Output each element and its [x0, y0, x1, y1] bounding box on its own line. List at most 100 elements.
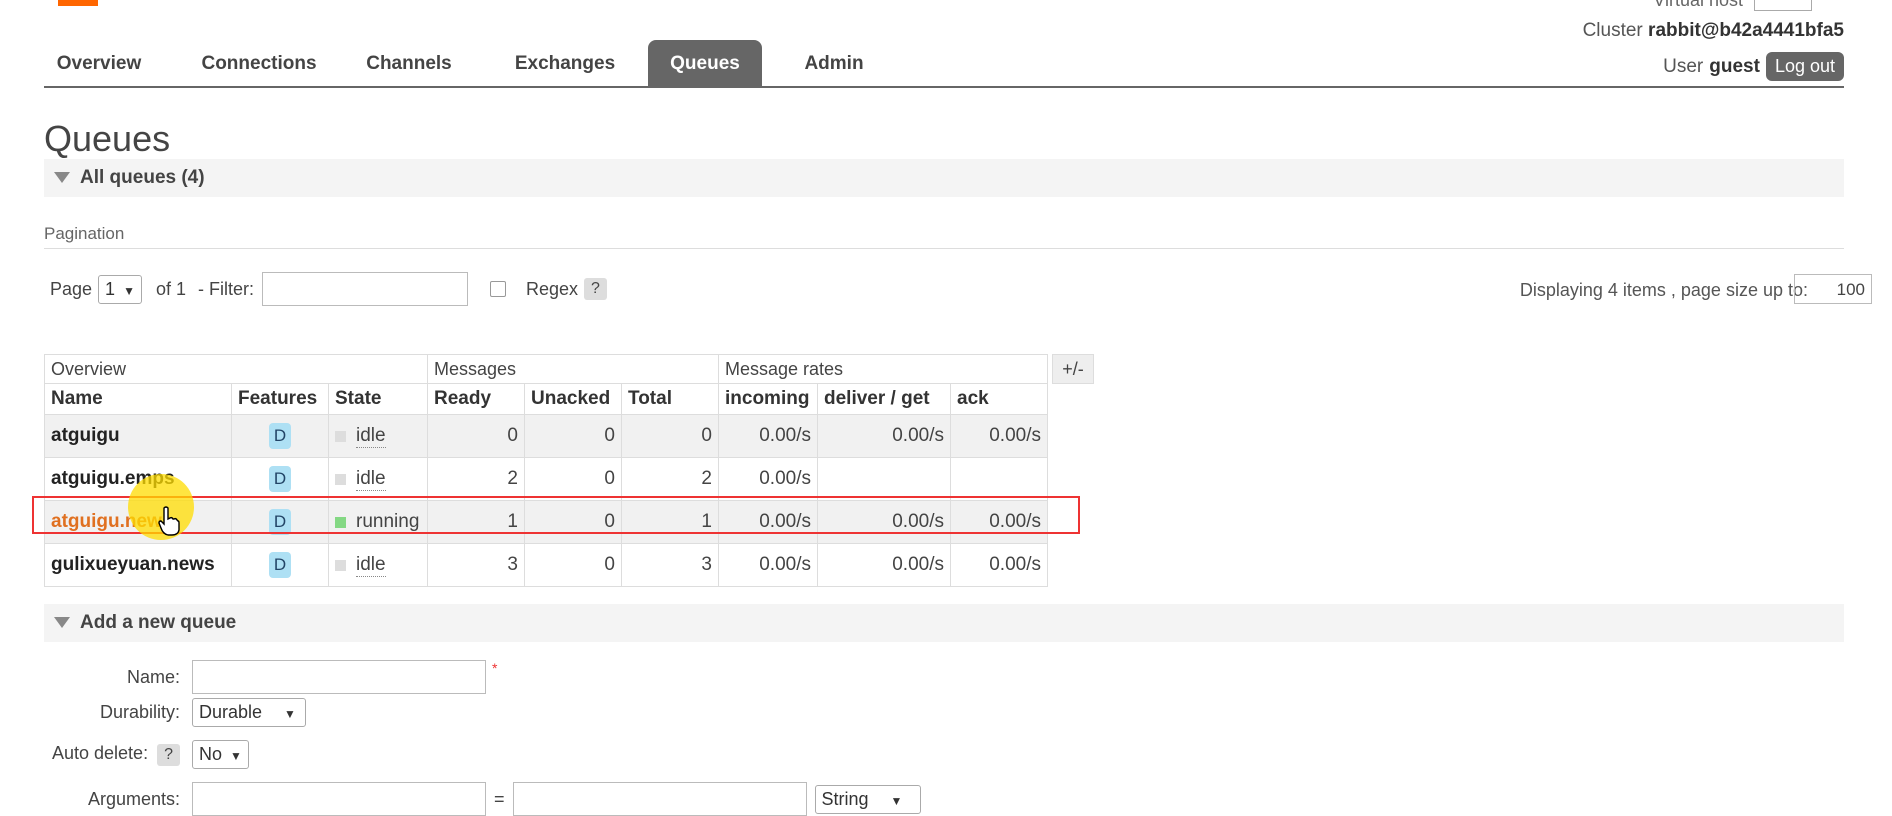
table-row[interactable]: gulixueyuan.news D idle 3 0 3 0.00/s 0.0…	[44, 543, 1048, 587]
argument-type-value: String	[821, 788, 869, 809]
column-toggle-button[interactable]: +/-	[1052, 354, 1094, 384]
durable-badge: D	[269, 423, 291, 449]
deliver-rate: 0.00/s	[817, 414, 951, 458]
unacked-count: 0	[524, 543, 622, 587]
arguments-label: Arguments:	[87, 788, 180, 809]
all-queues-label: All queues (4)	[80, 167, 205, 188]
queue-state: idle	[335, 425, 421, 448]
filter-label: - Filter:	[197, 278, 254, 299]
cluster-info: Cluster rabbit@b42a4441bfa5	[1583, 20, 1844, 42]
tab-admin[interactable]: Admin	[784, 40, 884, 86]
col-unacked[interactable]: Unacked	[524, 383, 622, 415]
col-incoming[interactable]: incoming	[718, 383, 818, 415]
queues-table: Overview Messages Message rates Name Fea…	[44, 354, 1048, 587]
queue-name-input[interactable]	[192, 660, 486, 694]
state-indicator-icon	[335, 473, 346, 485]
ready-count: 0	[427, 414, 525, 458]
auto-delete-row: Auto delete: ? No ▼	[0, 740, 249, 769]
col-features[interactable]: Features	[231, 383, 329, 415]
page-of-label: of 1	[155, 278, 186, 299]
tab-queues[interactable]: Queues	[648, 40, 762, 86]
tab-connections[interactable]: Connections	[194, 40, 324, 86]
equals-sign: =	[494, 788, 505, 809]
durability-select[interactable]: Durable ▼	[192, 698, 306, 727]
main-nav: Overview Connections Channels Exchanges …	[44, 40, 1844, 88]
name-row: Name: *	[0, 660, 497, 694]
total-count: 3	[621, 543, 719, 587]
col-deliver-get[interactable]: deliver / get	[817, 383, 951, 415]
name-label: Name:	[126, 666, 180, 687]
argument-value-input[interactable]	[512, 782, 807, 816]
state-label: idle	[356, 467, 386, 491]
col-ready[interactable]: Ready	[427, 383, 525, 415]
table-row[interactable]: atguigu.emps D idle 2 0 2 0.00/s	[44, 457, 1048, 501]
group-header-row: Overview Messages Message rates	[44, 354, 1048, 384]
unacked-count: 0	[524, 414, 622, 458]
dropdown-arrow-icon: ▼	[230, 749, 242, 763]
ready-count: 2	[427, 457, 525, 501]
total-count: 2	[621, 457, 719, 501]
col-total[interactable]: Total	[621, 383, 719, 415]
queue-state: idle	[335, 468, 421, 491]
dropdown-arrow-icon: ▼	[284, 707, 296, 721]
tab-channels[interactable]: Channels	[354, 40, 464, 86]
divider	[44, 248, 1844, 249]
auto-delete-select[interactable]: No ▼	[192, 740, 249, 769]
deliver-rate	[817, 457, 951, 501]
group-messages: Messages	[427, 354, 719, 384]
cluster-label: Cluster	[1582, 20, 1643, 41]
argument-type-select[interactable]: String ▼	[814, 784, 921, 814]
ack-rate: 0.00/s	[950, 414, 1048, 458]
durable-badge: D	[269, 552, 291, 578]
column-header-row: Name Features State Ready Unacked Total …	[44, 383, 1048, 415]
queue-name-link[interactable]: gulixueyuan.news	[44, 543, 232, 587]
table-row[interactable]: atguigu D idle 0 0 0 0.00/s 0.00/s 0.00/…	[44, 414, 1048, 458]
regex-label: Regex	[525, 278, 579, 299]
auto-delete-label: Auto delete:	[52, 743, 149, 763]
virtual-host-select[interactable]	[1754, 0, 1812, 11]
auto-delete-label-wrap: Auto delete: ?	[0, 743, 180, 766]
dropdown-arrow-icon: ▼	[123, 283, 135, 298]
rabbitmq-logo	[58, 0, 358, 6]
collapse-triangle-icon	[54, 617, 70, 628]
add-queue-title: Add a new queue	[80, 612, 237, 633]
ack-rate	[950, 457, 1048, 501]
durable-badge: D	[269, 466, 291, 492]
collapse-triangle-icon	[54, 172, 70, 183]
page-select-value: 1	[105, 278, 116, 299]
display-count-label: Displaying 4 items , page size up to:	[1519, 280, 1808, 300]
argument-key-input[interactable]	[192, 782, 486, 816]
auto-delete-help-button[interactable]: ?	[157, 744, 180, 766]
pagination-controls: Page 1 ▼ of 1 - Filter: Regex ?	[50, 272, 607, 306]
tab-overview[interactable]: Overview	[44, 40, 154, 86]
regex-help-button[interactable]: ?	[584, 278, 607, 300]
required-marker: *	[492, 660, 498, 676]
unacked-count: 0	[524, 457, 622, 501]
incoming-rate: 0.00/s	[718, 457, 818, 501]
page-size-input[interactable]: 100	[1794, 274, 1872, 304]
page-select[interactable]: 1 ▼	[98, 274, 142, 304]
incoming-rate: 0.00/s	[718, 543, 818, 587]
deliver-rate: 0.00/s	[817, 543, 951, 587]
incoming-rate: 0.00/s	[718, 414, 818, 458]
arguments-row: Arguments: = String ▼	[0, 782, 921, 816]
queue-name-link[interactable]: atguigu	[44, 414, 232, 458]
tab-exchanges[interactable]: Exchanges	[500, 40, 630, 86]
filter-input[interactable]	[261, 272, 468, 306]
col-state[interactable]: State	[328, 383, 428, 415]
virtual-host-selector[interactable]: Virtual host	[1653, 0, 1812, 11]
regex-checkbox[interactable]	[489, 281, 506, 297]
dropdown-arrow-icon: ▼	[890, 793, 903, 808]
col-ack[interactable]: ack	[950, 383, 1048, 415]
ack-rate: 0.00/s	[950, 543, 1048, 587]
state-label: idle	[356, 553, 386, 577]
page-label: Page	[50, 278, 93, 299]
add-queue-toggle[interactable]: Add a new queue	[44, 604, 1844, 642]
state-label: idle	[356, 424, 386, 448]
all-queues-toggle[interactable]: All queues (4)	[44, 159, 1844, 197]
ready-count: 3	[427, 543, 525, 587]
virtual-host-label: Virtual host	[1653, 0, 1743, 10]
cluster-name: rabbit@b42a4441bfa5	[1648, 20, 1844, 41]
col-name[interactable]: Name	[44, 383, 232, 415]
hand-cursor-icon	[158, 506, 180, 536]
